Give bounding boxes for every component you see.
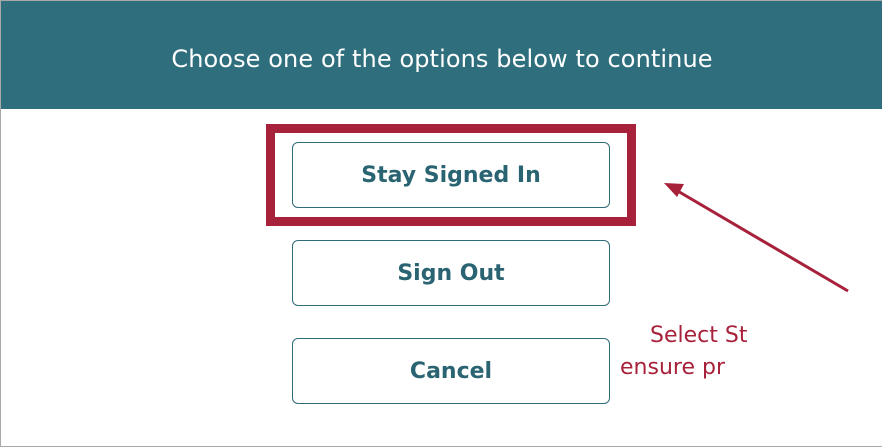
cancel-button[interactable]: Cancel xyxy=(292,338,610,404)
annotation-line-1: Select St xyxy=(650,323,748,348)
dialog-header: Choose one of the options below to conti… xyxy=(1,1,882,109)
dialog-prompt: Choose one of the options below to conti… xyxy=(171,45,713,73)
annotation-line-2: ensure pr xyxy=(620,355,725,380)
annotation-note: Select St ensure pr xyxy=(620,320,882,384)
highlight-box xyxy=(266,124,636,226)
sign-out-button[interactable]: Sign Out xyxy=(292,240,610,306)
